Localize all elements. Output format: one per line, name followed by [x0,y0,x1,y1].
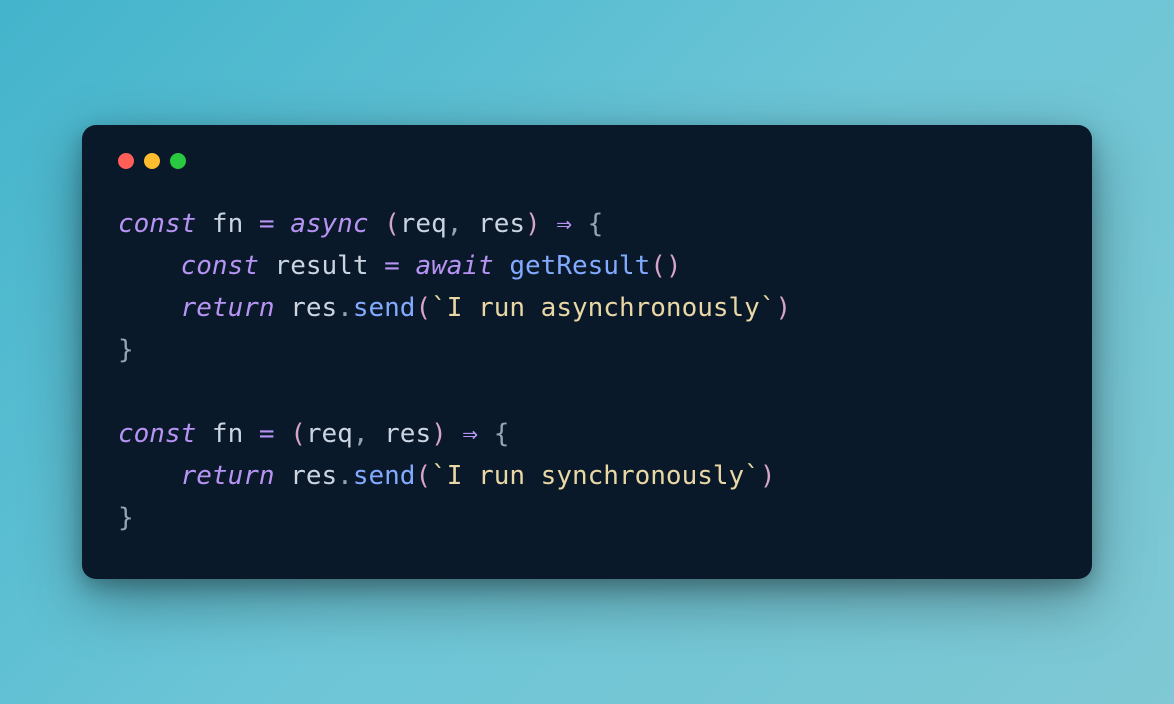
code-token: `I run synchronously` [431,461,760,491]
code-token: res [478,209,525,239]
code-token: getResult [509,251,650,281]
code-token: ( [290,419,306,449]
code-token: { [494,419,510,449]
code-token: , [353,419,384,449]
close-icon[interactable] [118,153,134,169]
code-line: const fn = async (req, res) ⇒ { [118,203,1056,245]
code-token: res [384,419,431,449]
code-line: return res.send(`I run asynchronously`) [118,287,1056,329]
code-token: ) [775,293,791,323]
window-titlebar [118,153,1056,169]
code-token: ( [415,293,431,323]
minimize-icon[interactable] [144,153,160,169]
code-token: ) [760,461,776,491]
code-token: await [415,251,509,281]
code-token: const [181,251,275,281]
code-token [118,377,134,407]
code-token: } [118,335,134,365]
code-token [118,461,181,491]
code-token: fn [212,209,259,239]
maximize-icon[interactable] [170,153,186,169]
code-token: result [275,251,385,281]
code-token: send [353,293,416,323]
code-token: req [400,209,447,239]
code-line: } [118,497,1056,539]
code-token: async [290,209,384,239]
code-token: const [118,209,212,239]
code-token: { [588,209,604,239]
code-token: ⇒ [462,419,493,449]
code-token: res [290,461,337,491]
code-token: res [290,293,337,323]
code-line: const fn = (req, res) ⇒ { [118,413,1056,455]
code-window: const fn = async (req, res) ⇒ { const re… [82,125,1092,580]
code-line: } [118,329,1056,371]
code-token: ( [384,209,400,239]
code-block: const fn = async (req, res) ⇒ { const re… [118,203,1056,540]
code-token: = [259,209,290,239]
code-token: const [118,419,212,449]
code-token: return [181,461,291,491]
code-token: () [650,251,681,281]
code-token: ) [525,209,556,239]
code-token: fn [212,419,259,449]
code-token: ⇒ [556,209,587,239]
code-token: } [118,503,134,533]
code-line [118,371,1056,413]
code-line: const result = await getResult() [118,245,1056,287]
code-token: `I run asynchronously` [431,293,775,323]
code-token: ) [431,419,462,449]
code-token: . [337,461,353,491]
code-token: req [306,419,353,449]
code-token [118,251,181,281]
code-token [118,293,181,323]
code-token: send [353,461,416,491]
code-token: , [447,209,478,239]
code-token: = [384,251,415,281]
code-token: return [181,293,291,323]
code-token: = [259,419,290,449]
code-token: ( [415,461,431,491]
code-line: return res.send(`I run synchronously`) [118,455,1056,497]
code-token: . [337,293,353,323]
